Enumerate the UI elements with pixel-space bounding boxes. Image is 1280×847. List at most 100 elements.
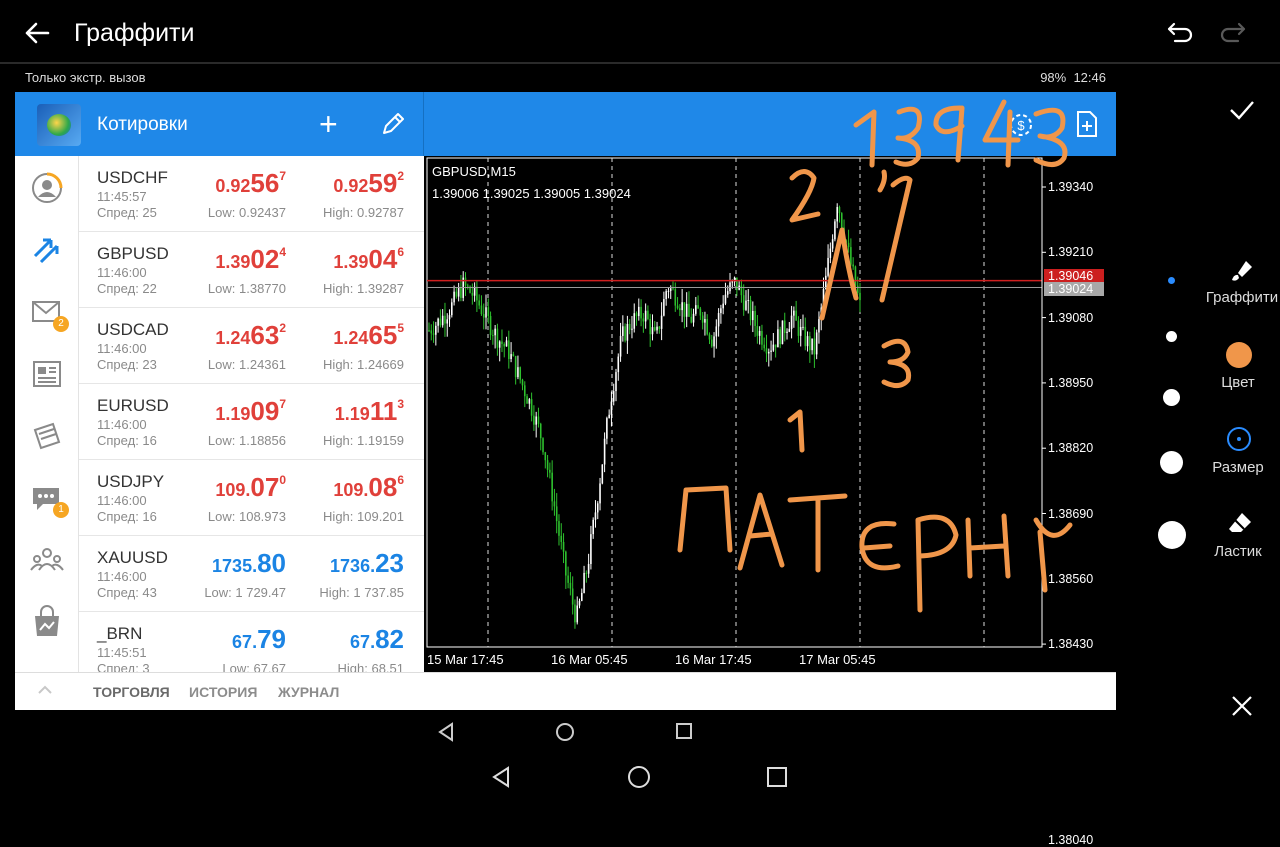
bid-price-pip: 7 xyxy=(279,169,286,183)
bid-price: 0.92567 xyxy=(215,168,286,199)
undo-icon[interactable] xyxy=(1166,20,1194,44)
ask-price-big: 59 xyxy=(368,168,398,198)
candle-body xyxy=(530,399,533,416)
bid-price-tag: 1.39024 xyxy=(1044,282,1104,296)
account-icon[interactable] xyxy=(29,170,65,206)
bid-price-prefix: 109. xyxy=(215,480,251,500)
candle-body xyxy=(528,399,531,404)
candle-body xyxy=(690,316,693,323)
quote-row[interactable]: _BRN 11:45:51 Спред: 3 67.79 67.82 Low: 67.67… xyxy=(79,612,424,672)
candle-body xyxy=(761,330,763,345)
candle-body xyxy=(596,503,599,513)
candle-body xyxy=(608,414,610,419)
size-dot-4[interactable] xyxy=(1160,451,1183,474)
quote-spread: Спред: 16 xyxy=(97,509,157,524)
y-tick-label: 1.38820 xyxy=(1048,441,1094,456)
candle-body xyxy=(742,295,745,310)
bottom-tabs: ТОРГОВЛЯ ИСТОРИЯ ЖУРНАЛ xyxy=(15,672,1116,710)
device-recents-icon[interactable] xyxy=(766,766,788,788)
size-dot-3[interactable] xyxy=(1163,389,1180,406)
chevron-up-icon[interactable] xyxy=(37,683,53,697)
bid-price-prefix: 1735. xyxy=(212,556,258,576)
candle-body xyxy=(715,326,718,337)
confirm-check-icon[interactable] xyxy=(1228,98,1256,122)
community-icon[interactable] xyxy=(29,542,65,578)
quote-row[interactable]: USDCHF 11:45:57 Спред: 25 0.92567 0.92592 Low… xyxy=(79,156,424,232)
device-back-icon[interactable] xyxy=(490,765,514,789)
calendar-icon[interactable] xyxy=(29,418,65,454)
tab-journal[interactable]: ЖУРНАЛ xyxy=(278,684,339,700)
candle-body xyxy=(603,438,606,465)
color-label[interactable]: Цвет xyxy=(1188,374,1280,391)
trade-dollar-icon[interactable]: $ xyxy=(1005,110,1037,140)
chat-icon[interactable]: 1 xyxy=(29,480,69,518)
quote-time: 11:45:51 xyxy=(97,645,147,660)
edit-pencil-icon[interactable] xyxy=(379,110,407,138)
redo-icon[interactable] xyxy=(1219,20,1247,44)
candle-body xyxy=(606,418,608,439)
candle-body xyxy=(697,305,699,309)
arrow-left-icon[interactable] xyxy=(22,18,52,48)
candle-body xyxy=(526,396,528,404)
size-dot-1[interactable] xyxy=(1168,277,1175,284)
chart-canvas[interactable] xyxy=(424,156,1116,672)
quotes-arrows-icon[interactable] xyxy=(29,232,65,268)
quote-row[interactable]: USDJPY 11:46:00 Спред: 16 109.070 109.086 Low… xyxy=(79,460,424,536)
close-icon[interactable] xyxy=(1230,694,1254,718)
ask-price: 109.086 xyxy=(333,472,404,503)
quote-row[interactable]: GBPUSD 11:46:00 Спред: 22 1.39024 1.39046 Low… xyxy=(79,232,424,308)
price-chart[interactable]: GBPUSD,M15 1.39006 1.39025 1.39005 1.390… xyxy=(424,156,1116,847)
tab-trade[interactable]: ТОРГОВЛЯ xyxy=(93,684,170,700)
market-bag-icon[interactable] xyxy=(29,604,65,640)
nav-back-icon[interactable] xyxy=(437,722,457,742)
mail-icon[interactable]: 2 xyxy=(29,294,69,332)
size-dot-2[interactable] xyxy=(1166,331,1177,342)
candle-body xyxy=(763,344,766,349)
candle-body xyxy=(503,343,506,347)
plot-frame xyxy=(426,157,1043,648)
nav-home-icon[interactable] xyxy=(555,722,575,742)
candle-body xyxy=(565,551,567,576)
news-icon[interactable] xyxy=(29,356,65,392)
color-swatch[interactable] xyxy=(1226,342,1252,368)
candle-body xyxy=(624,326,626,341)
size-label[interactable]: Размер xyxy=(1188,459,1280,476)
device-home-icon[interactable] xyxy=(627,765,651,789)
bid-price-prefix: 1.24 xyxy=(215,328,251,348)
candle-body xyxy=(455,291,458,297)
bid-price-big: 63 xyxy=(250,320,280,350)
tab-history[interactable]: ИСТОРИЯ xyxy=(189,684,257,700)
graffiti-label[interactable]: Граффити xyxy=(1192,289,1280,306)
candle-body xyxy=(460,287,462,298)
candle-body xyxy=(695,305,697,314)
candle-body xyxy=(587,564,590,574)
add-chart-icon[interactable] xyxy=(1073,109,1101,139)
candle-body xyxy=(836,207,838,222)
quote-row[interactable]: XAUUSD 11:46:00 Спред: 43 1735.80 1736.23 Low… xyxy=(79,536,424,612)
quote-row[interactable]: USDCAD 11:46:00 Спред: 23 1.24632 1.24655 Low… xyxy=(79,308,424,384)
candle-body xyxy=(567,575,569,583)
size-target-icon[interactable] xyxy=(1226,426,1252,452)
candle-body xyxy=(747,300,750,302)
candle-body xyxy=(473,286,476,296)
size-dot-5[interactable] xyxy=(1158,521,1186,549)
y-tick-label: 1.39210 xyxy=(1048,245,1094,260)
eraser-label[interactable]: Ластик xyxy=(1188,543,1280,560)
nav-recents-icon[interactable] xyxy=(675,722,693,740)
candle-body xyxy=(795,310,797,321)
candle-body xyxy=(451,302,453,316)
quote-low: Low: 108.973 xyxy=(207,509,286,524)
eraser-icon[interactable] xyxy=(1226,510,1254,536)
candle-body xyxy=(850,247,852,265)
mail-badge: 2 xyxy=(53,316,69,332)
quote-row[interactable]: EURUSD 11:46:00 Спред: 16 1.19097 1.19113 Low… xyxy=(79,384,424,460)
graffiti-brush-icon[interactable] xyxy=(1228,258,1256,284)
add-symbol-icon[interactable]: + xyxy=(319,108,338,140)
quotes-list: USDCHF 11:45:57 Спред: 25 0.92567 0.92592 Low… xyxy=(79,156,424,672)
candle-body xyxy=(749,300,752,321)
x-tick-label: 16 Mar 17:45 xyxy=(675,652,752,667)
candle-body xyxy=(464,277,467,286)
candle-body xyxy=(745,300,747,310)
candle-body xyxy=(704,319,706,323)
ask-price: 67.82 xyxy=(350,624,404,655)
